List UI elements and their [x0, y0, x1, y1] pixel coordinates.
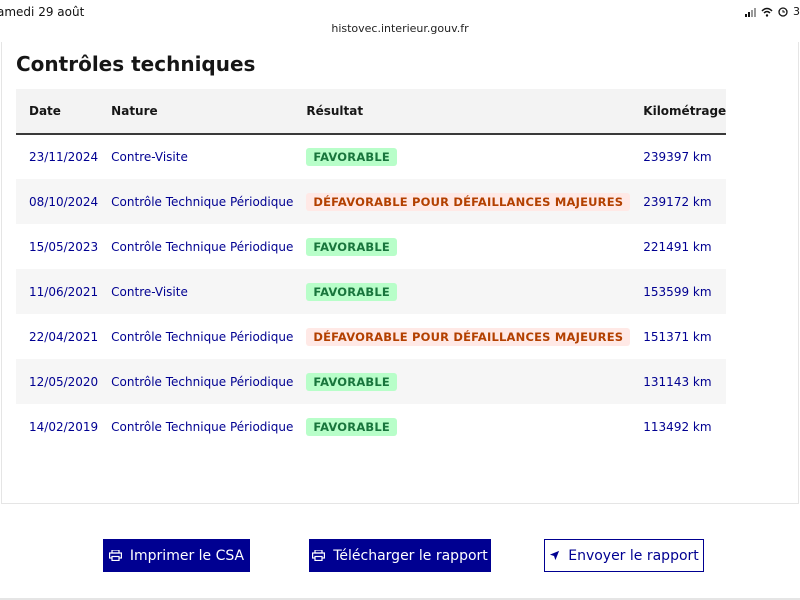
status-icons: 3	[745, 5, 800, 18]
url-text: histovec.interieur.gouv.fr	[331, 22, 469, 35]
status-badge: DÉFAVORABLE POUR DÉFAILLANCES MAJEURES	[306, 192, 631, 211]
status-badge: FAVORABLE	[306, 372, 397, 391]
send-icon	[550, 550, 560, 561]
table-row: 15/05/2023 Contrôle Technique Périodique…	[16, 224, 726, 269]
table-header-row: Date Nature Résultat Kilométrage	[16, 89, 727, 134]
column-header-mileage: Kilométrage	[643, 104, 727, 118]
cell-mileage: 131143 km	[643, 374, 712, 389]
column-header-result: Résultat	[306, 104, 364, 118]
status-date: amedi 29 août	[0, 5, 85, 19]
cell-date: 11/06/2021	[29, 284, 99, 299]
cell-date: 23/11/2024	[29, 150, 99, 164]
cell-nature: Contrôle Technique Périodique	[111, 419, 294, 434]
cell-mileage: 151371 km	[643, 329, 712, 344]
status-badge: FAVORABLE	[306, 282, 397, 301]
signal-icon	[745, 7, 756, 17]
table-row: 22/04/2021 Contrôle Technique Périodique…	[16, 314, 726, 359]
print-csa-label: Imprimer le CSA	[129, 547, 245, 564]
status-bar: amedi 29 août 3	[0, 0, 800, 22]
column-header-date: Date	[29, 104, 61, 118]
cell-nature: Contrôle Technique Périodique	[111, 329, 294, 344]
print-csa-button[interactable]: Imprimer le CSA	[103, 539, 250, 572]
status-badge: FAVORABLE	[306, 417, 397, 436]
cell-nature: Contrôle Technique Périodique	[111, 239, 294, 254]
cell-nature: Contrôle Technique Périodique	[111, 374, 294, 389]
url-bar[interactable]: histovec.interieur.gouv.fr	[0, 22, 800, 40]
cell-date: 08/10/2024	[29, 194, 99, 209]
printer-icon	[312, 550, 326, 561]
column-header-nature: Nature	[111, 104, 158, 118]
table-row: 12/05/2020 Contrôle Technique Périodique…	[16, 359, 727, 404]
cell-date: 12/05/2020	[29, 374, 99, 389]
table-row: 23/11/2024 Contre-Visite FAVORABLE 23939…	[16, 134, 726, 179]
status-badge: FAVORABLE	[306, 148, 397, 166]
cell-nature: Contre-Visite	[111, 284, 188, 299]
cell-mileage: 239172 km	[643, 194, 712, 209]
page-title: Contrôles techniques	[16, 52, 256, 76]
cell-nature: Contrôle Technique Périodique	[111, 194, 294, 209]
cell-mileage: 113492 km	[643, 419, 712, 434]
cell-mileage: 153599 km	[643, 284, 712, 299]
download-report-button[interactable]: Télécharger le rapport	[309, 539, 491, 572]
cell-date: 15/05/2023	[29, 239, 99, 254]
cell-mileage: 221491 km	[643, 239, 712, 254]
table-row: 08/10/2024 Contrôle Technique Périodique…	[16, 179, 727, 224]
alarm-icon	[778, 6, 788, 17]
battery-text: 3	[793, 5, 800, 18]
cell-date: 14/02/2019	[29, 419, 99, 434]
send-report-button[interactable]: Envoyer le rapport	[544, 539, 704, 572]
status-badge: DÉFAVORABLE POUR DÉFAILLANCES MAJEURES	[306, 327, 631, 346]
download-report-label: Télécharger le rapport	[333, 547, 488, 564]
printer-icon	[108, 550, 122, 561]
status-badge: FAVORABLE	[306, 237, 397, 256]
cell-nature: Contre-Visite	[111, 150, 188, 164]
cell-mileage: 239397 km	[643, 150, 712, 164]
cell-date: 22/04/2021	[29, 329, 99, 344]
send-report-label: Envoyer le rapport	[568, 547, 699, 564]
wifi-icon	[761, 7, 773, 17]
table-row: 14/02/2019 Contrôle Technique Périodique…	[16, 404, 726, 449]
technical-controls-table: Date Nature Résultat Kilométrage 23/11/2…	[16, 89, 727, 449]
table-row: 11/06/2021 Contre-Visite FAVORABLE 15359…	[16, 269, 727, 314]
